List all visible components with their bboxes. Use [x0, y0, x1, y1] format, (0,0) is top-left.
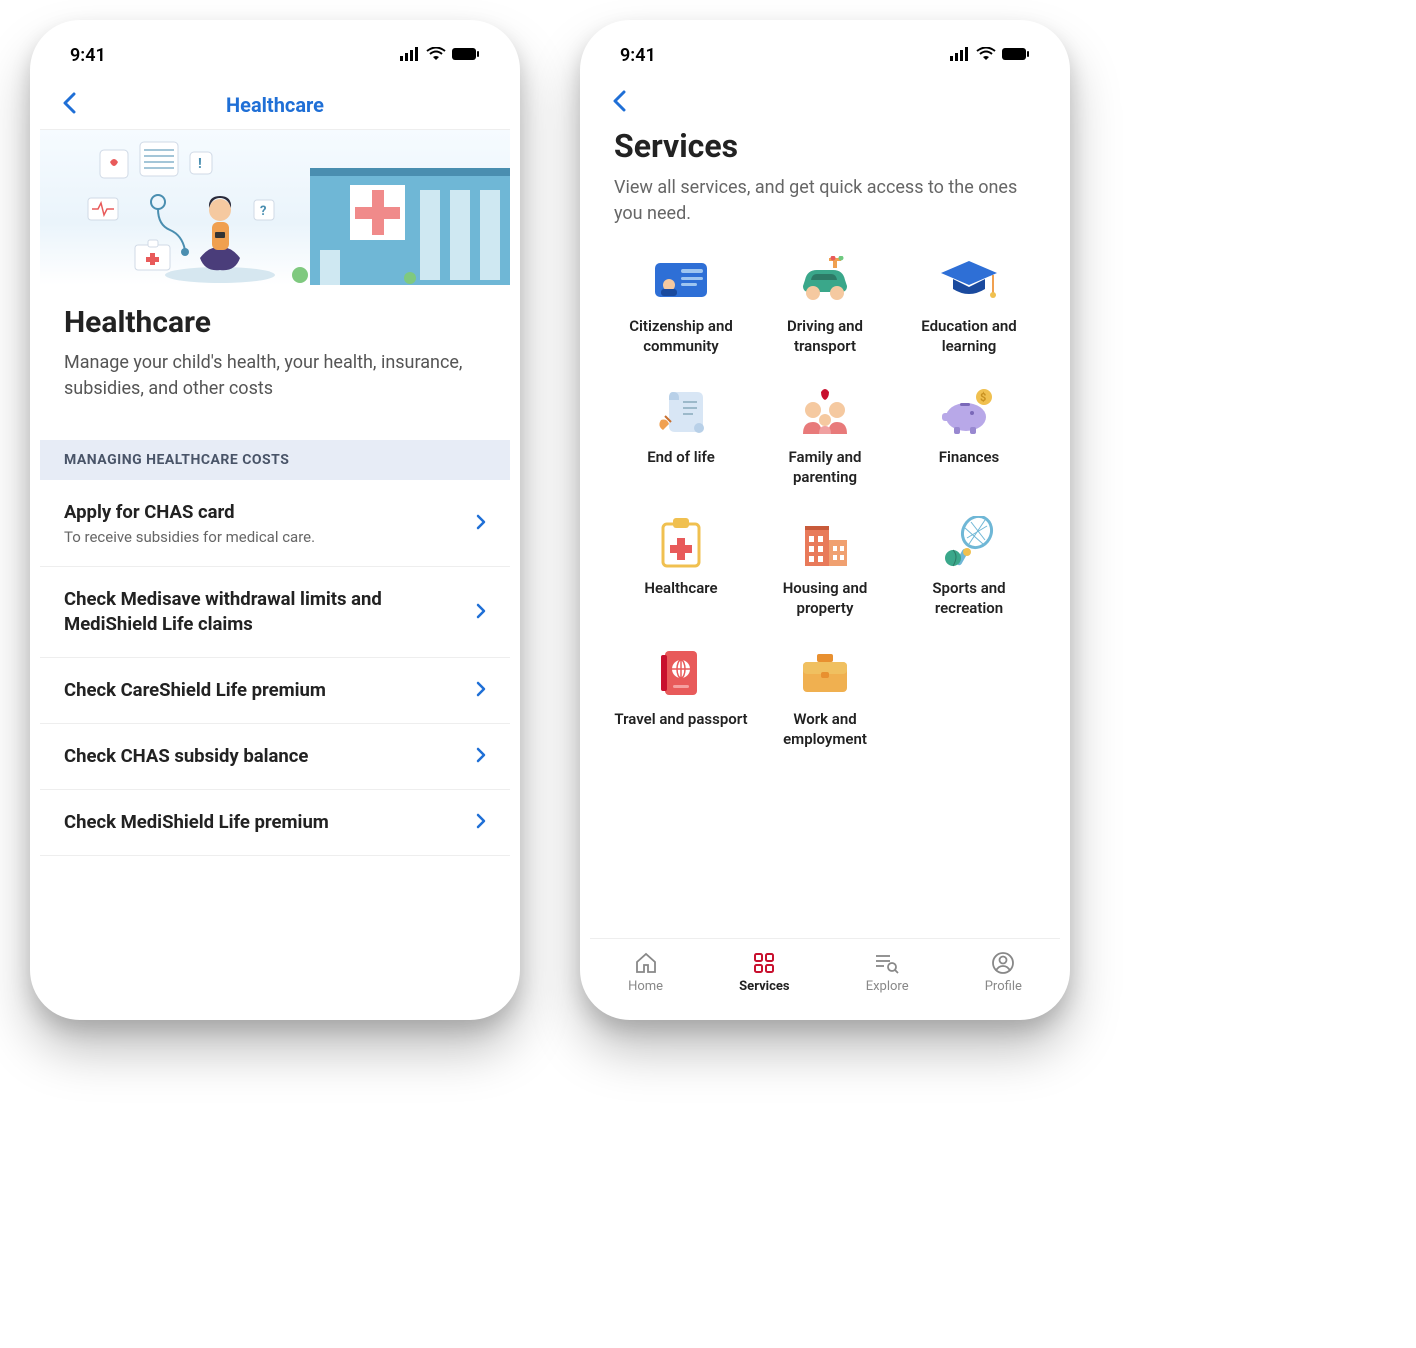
signal-icon	[950, 45, 970, 66]
id-card-icon	[651, 253, 711, 307]
list-item-title: Apply for CHAS card	[64, 500, 460, 525]
service-label: Education and learning	[902, 317, 1036, 356]
service-healthcare[interactable]: Healthcare	[614, 515, 748, 618]
page-title: Healthcare	[64, 305, 486, 340]
tab-home[interactable]: Home	[628, 950, 663, 994]
graduation-cap-icon	[939, 253, 999, 307]
scroll-icon	[651, 384, 711, 438]
explore-icon	[874, 950, 900, 976]
service-end-of-life[interactable]: End of life	[614, 384, 748, 487]
car-icon	[795, 253, 855, 307]
profile-icon	[990, 950, 1016, 976]
battery-icon	[452, 45, 480, 66]
list-item-title: Check CHAS subsidy balance	[64, 744, 460, 769]
tab-label: Explore	[866, 979, 909, 994]
service-label: Citizenship and community	[614, 317, 748, 356]
tab-label: Home	[628, 979, 663, 994]
list-item-apply-chas[interactable]: Apply for CHAS card To receive subsidies…	[40, 480, 510, 567]
page-title: Services	[614, 127, 1036, 165]
back-button[interactable]	[54, 84, 84, 125]
service-label: Healthcare	[644, 579, 717, 599]
status-bar: 9:41	[590, 30, 1060, 80]
healthcare-intro: Healthcare Manage your child's health, y…	[40, 285, 510, 412]
section-header: MANAGING HEALTHCARE COSTS	[40, 440, 510, 480]
services-header: Services View all services, and get quic…	[590, 119, 1060, 253]
building-icon	[795, 515, 855, 569]
chevron-right-icon	[476, 744, 486, 769]
service-label: End of life	[647, 448, 715, 468]
service-travel[interactable]: Travel and passport	[614, 646, 748, 749]
service-label: Work and employment	[758, 710, 892, 749]
page-subtitle: Manage your child's health, your health,…	[64, 350, 486, 402]
list-item-medishield[interactable]: Check MediShield Life premium	[40, 790, 510, 856]
phone-healthcare: 9:41 Healthcare	[30, 20, 520, 1020]
status-icons	[950, 45, 1030, 66]
status-icons	[400, 45, 480, 66]
list-item-subtitle: To receive subsidies for medical care.	[64, 528, 460, 546]
racket-icon	[939, 515, 999, 569]
piggy-bank-icon: $	[939, 384, 999, 438]
services-grid: Citizenship and community Driving and tr…	[590, 253, 1060, 749]
family-icon	[795, 384, 855, 438]
phone-services: 9:41 Services View all services, and get…	[580, 20, 1070, 1020]
service-label: Driving and transport	[758, 317, 892, 356]
passport-icon	[651, 646, 711, 700]
wifi-icon	[976, 45, 996, 66]
tab-bar: Home Services Explore Profile	[590, 938, 1060, 1010]
page-subtitle: View all services, and get quick access …	[614, 175, 1036, 227]
tab-services[interactable]: Services	[739, 950, 789, 994]
chevron-right-icon	[476, 810, 486, 835]
list-item-title: Check CareShield Life premium	[64, 678, 460, 703]
medical-clipboard-icon	[651, 515, 711, 569]
chevron-right-icon	[476, 600, 486, 625]
home-icon	[633, 950, 659, 976]
tab-explore[interactable]: Explore	[866, 950, 909, 994]
service-work[interactable]: Work and employment	[758, 646, 892, 749]
service-housing[interactable]: Housing and property	[758, 515, 892, 618]
service-family[interactable]: Family and parenting	[758, 384, 892, 487]
briefcase-icon	[795, 646, 855, 700]
tab-label: Services	[739, 979, 789, 994]
list-item-chas-balance[interactable]: Check CHAS subsidy balance	[40, 724, 510, 790]
service-finances[interactable]: $ Finances	[902, 384, 1036, 487]
back-button[interactable]	[604, 82, 634, 123]
service-citizenship[interactable]: Citizenship and community	[614, 253, 748, 356]
nav-title: Healthcare	[40, 93, 510, 117]
svg-text:!: !	[198, 156, 202, 172]
battery-icon	[1002, 45, 1030, 66]
service-label: Family and parenting	[758, 448, 892, 487]
status-time: 9:41	[620, 45, 656, 66]
tab-profile[interactable]: Profile	[985, 950, 1022, 994]
tab-label: Profile	[985, 979, 1022, 994]
wifi-icon	[426, 45, 446, 66]
service-label: Housing and property	[758, 579, 892, 618]
service-driving[interactable]: Driving and transport	[758, 253, 892, 356]
status-time: 9:41	[70, 45, 106, 66]
service-education[interactable]: Education and learning	[902, 253, 1036, 356]
signal-icon	[400, 45, 420, 66]
list-item-title: Check Medisave withdrawal limits and Med…	[64, 587, 460, 637]
svg-text:$: $	[980, 391, 986, 404]
chevron-right-icon	[476, 678, 486, 703]
hero-illustration: ! ?	[40, 130, 510, 285]
grid-icon	[751, 950, 777, 976]
service-label: Sports and recreation	[902, 579, 1036, 618]
list-item-medisave-limits[interactable]: Check Medisave withdrawal limits and Med…	[40, 567, 510, 658]
chevron-right-icon	[476, 511, 486, 536]
service-sports[interactable]: Sports and recreation	[902, 515, 1036, 618]
service-label: Travel and passport	[614, 710, 747, 730]
nav-bar: Healthcare	[40, 80, 510, 130]
list-item-title: Check MediShield Life premium	[64, 810, 460, 835]
svg-text:?: ?	[260, 204, 266, 219]
service-label: Finances	[939, 448, 1000, 468]
status-bar: 9:41	[40, 30, 510, 80]
list-item-careshield[interactable]: Check CareShield Life premium	[40, 658, 510, 724]
